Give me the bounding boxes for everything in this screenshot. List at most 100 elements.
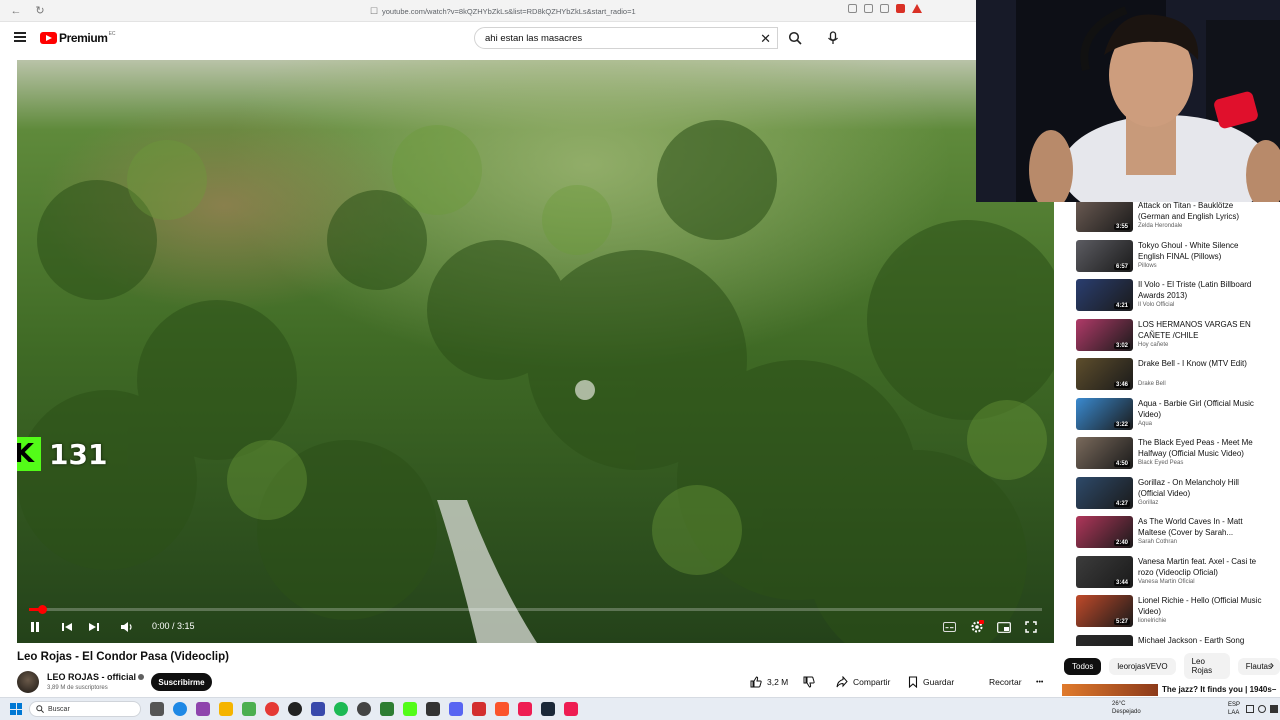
video-title[interactable]: Gorillaz - On Melancholy Hill (Official … <box>1138 477 1266 499</box>
recommendation-item[interactable]: 5:27 Lionel Richie - Hello (Official Musi… <box>1076 595 1266 633</box>
obs-icon[interactable] <box>357 702 371 716</box>
language-indicator[interactable]: ESP LAA <box>1228 701 1240 717</box>
recommendation-item[interactable]: 2:40 As The World Caves In - Matt Maltese… <box>1076 516 1266 554</box>
url-text[interactable]: youtube.com/watch?v=8kQZHYbZkLs&list=RD8… <box>382 7 636 16</box>
video-thumbnail[interactable]: 3:02 <box>1076 318 1133 351</box>
video-channel[interactable]: Drake Bell <box>1138 381 1166 387</box>
file-explorer-icon[interactable] <box>219 702 233 716</box>
github-icon[interactable] <box>288 702 302 716</box>
video-title[interactable]: Drake Bell - I Know (MTV Edit) <box>1138 358 1266 369</box>
fullscreen-button[interactable] <box>1023 619 1039 635</box>
video-title[interactable]: Vanesa Martin feat. Axel - Casi te rozo … <box>1138 556 1266 578</box>
video-title[interactable]: Aqua - Barbie Girl (Official Music Video… <box>1138 398 1266 420</box>
store-icon[interactable] <box>242 702 256 716</box>
app-icon[interactable] <box>426 702 440 716</box>
search-input[interactable] <box>485 32 745 44</box>
recommendation-item[interactable]: 4:27 Gorillaz - On Melancholy Hill (Offic… <box>1076 476 1266 515</box>
video-thumbnail[interactable]: 5:27 <box>1076 595 1133 627</box>
video-thumbnail[interactable] <box>1062 684 1158 696</box>
cast-icon[interactable] <box>848 3 857 13</box>
weather-widget[interactable]: 26°C Despejado <box>1112 700 1141 716</box>
video-player[interactable]: K 131 0:00 / 3:15 <box>17 60 1054 643</box>
video-title[interactable]: Tokyo Ghoul - White Silence English FINA… <box>1138 240 1266 262</box>
recommendation-item[interactable]: 3:46 Drake Bell - I Know (MTV Edit) Drake … <box>1076 358 1266 396</box>
video-thumbnail[interactable]: 3:55 <box>1076 200 1133 232</box>
bookmark-icon[interactable]: ☐ <box>366 3 382 19</box>
kick-icon[interactable] <box>403 702 417 716</box>
subscribe-button[interactable]: Suscribirme <box>151 673 212 691</box>
edge-icon[interactable] <box>173 702 187 716</box>
reload-icon[interactable]: ↻ <box>32 3 48 19</box>
recommendation-item[interactable]: 3:55 Attack on Titan - Bauklötze (German … <box>1076 200 1266 238</box>
video-thumbnail[interactable]: 3:46 <box>1076 358 1133 390</box>
video-thumbnail[interactable]: 3:22 <box>1076 397 1133 430</box>
clear-search-icon[interactable]: ✕ <box>760 31 771 47</box>
terminal-icon[interactable] <box>380 702 394 716</box>
recommendation-item[interactable]: 4:21 Il Volo - El Triste (Latin Billboard… <box>1076 279 1266 317</box>
like-button[interactable]: 3,2 M <box>750 673 788 691</box>
video-title[interactable]: Attack on Titan - Bauklötze (German and … <box>1138 200 1266 222</box>
filter-chip[interactable]: Todos <box>1064 657 1102 675</box>
recommendation-item[interactable]: 3:02 LOS HERMANOS VARGAS EN CAÑETE /CHILE… <box>1076 318 1266 357</box>
warning-icon[interactable] <box>912 3 922 13</box>
video-title[interactable]: LOS HERMANOS VARGAS EN CAÑETE /CHILE <box>1138 319 1266 341</box>
extension-icon[interactable] <box>896 3 905 13</box>
video-thumbnail[interactable]: 4:50 <box>1076 437 1133 469</box>
recommendation-next[interactable]: The jazz? It finds you | 1940s– <box>1062 684 1280 696</box>
taskbar-search[interactable]: Buscar <box>29 701 141 717</box>
dislike-button[interactable] <box>803 673 815 691</box>
video-channel[interactable]: Pillows <box>1138 263 1157 269</box>
steam-icon[interactable] <box>541 702 555 716</box>
zoom-icon[interactable] <box>864 3 873 13</box>
video-thumbnail[interactable]: 2:40 <box>1076 516 1133 548</box>
chevron-right-icon[interactable]: › <box>1270 658 1274 672</box>
recommendation-item[interactable]: 3:44 Vanesa Martin feat. Axel - Casi te r… <box>1076 555 1266 594</box>
previous-button[interactable] <box>59 619 75 635</box>
more-actions-button[interactable]: ••• <box>1036 673 1043 691</box>
battery-icon[interactable] <box>1270 705 1278 713</box>
save-button[interactable]: Guardar <box>908 673 954 691</box>
recommendation-item[interactable]: Michael Jackson - Earth Song <box>1076 634 1266 646</box>
app-icon[interactable] <box>196 702 210 716</box>
channel-name[interactable]: LEO ROJAS - official <box>47 672 136 682</box>
video-thumbnail[interactable]: 6:57 <box>1076 239 1133 272</box>
video-channel[interactable]: Vanesa Martin Oficial <box>1138 579 1195 585</box>
video-thumbnail[interactable]: 4:21 <box>1076 279 1133 311</box>
recommendation-item[interactable]: 4:50 The Black Eyed Peas - Meet Me Halfwa… <box>1076 437 1266 475</box>
video-channel[interactable]: lionelrichie <box>1138 618 1166 624</box>
video-title[interactable]: The Black Eyed Peas - Meet Me Halfway (O… <box>1138 437 1266 459</box>
spotify-icon[interactable] <box>334 702 348 716</box>
video-channel[interactable]: Gorillaz <box>1138 500 1158 506</box>
filter-chip[interactable]: leorojasVEVO <box>1109 657 1176 675</box>
next-button[interactable] <box>86 619 102 635</box>
video-thumbnail[interactable] <box>1076 634 1133 646</box>
youtube-premium-logo[interactable]: Premium EC <box>40 31 116 45</box>
video-thumbnail[interactable]: 3:44 <box>1076 555 1133 588</box>
settings-button[interactable] <box>969 619 985 635</box>
filter-chip[interactable]: Leo Rojas <box>1183 653 1230 679</box>
share-button[interactable]: Compartir <box>836 673 890 691</box>
app-icon[interactable] <box>311 702 325 716</box>
recommendation-item[interactable]: 3:22 Aqua - Barbie Girl (Official Music V… <box>1076 397 1266 436</box>
video-channel[interactable]: Aqua <box>1138 421 1152 427</box>
brave-icon[interactable] <box>495 702 509 716</box>
share-icon[interactable] <box>880 3 889 13</box>
volume-icon[interactable] <box>1258 705 1266 713</box>
subtitles-button[interactable] <box>941 619 957 635</box>
clip-button[interactable]: Recortar <box>989 673 1022 691</box>
miniplayer-button[interactable] <box>996 619 1012 635</box>
video-channel[interactable]: Black Eyed Peas <box>1138 460 1183 466</box>
pause-button[interactable] <box>27 619 43 635</box>
video-title[interactable]: As The World Caves In - Matt Maltese (Co… <box>1138 516 1266 538</box>
chrome-icon[interactable] <box>265 702 279 716</box>
channel-name-row[interactable]: LEO ROJAS - official <box>47 672 145 682</box>
tiktok-icon[interactable] <box>518 702 532 716</box>
video-thumbnail[interactable]: 4:27 <box>1076 476 1133 509</box>
video-title[interactable]: Lionel Richie - Hello (Official Music Vi… <box>1138 595 1266 617</box>
app-icon[interactable] <box>472 702 486 716</box>
task-view-icon[interactable] <box>150 702 164 716</box>
recommendation-item[interactable]: 6:57 Tokyo Ghoul - White Silence English … <box>1076 239 1266 278</box>
menu-icon[interactable] <box>14 32 26 42</box>
video-title[interactable]: The jazz? It finds you | 1940s– <box>1162 685 1276 694</box>
discord-icon[interactable] <box>449 702 463 716</box>
